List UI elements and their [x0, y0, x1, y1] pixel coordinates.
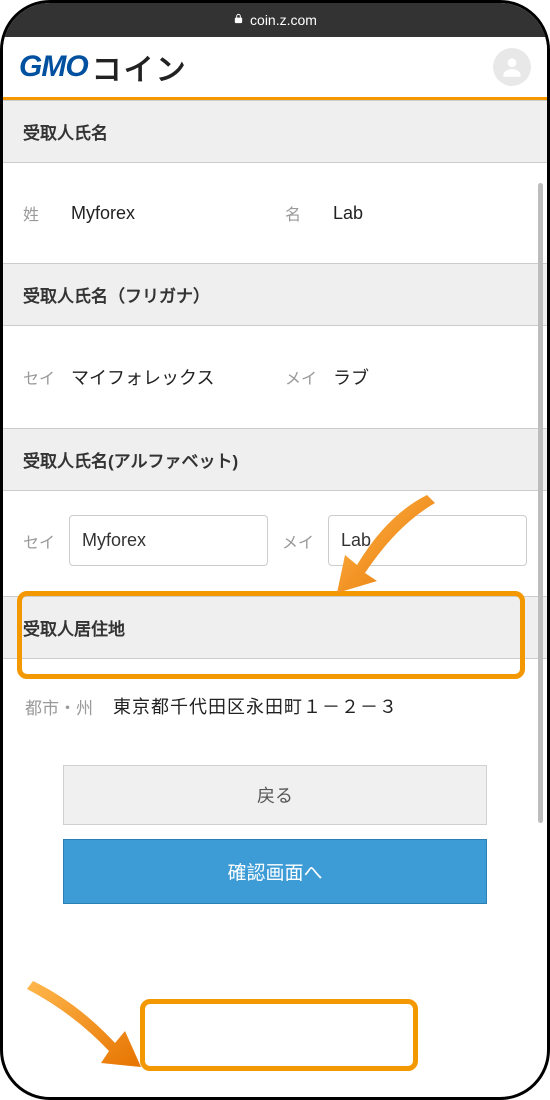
avatar[interactable] — [493, 48, 531, 86]
surname-label: 姓 — [23, 201, 59, 225]
url-text: coin.z.com — [250, 12, 317, 28]
address-label: 都市・州 — [25, 694, 93, 719]
back-button[interactable]: 戻る — [63, 765, 487, 825]
logo[interactable]: GMO コイン — [19, 45, 188, 89]
lock-icon — [233, 12, 244, 28]
alphabet-mei-input[interactable] — [328, 515, 527, 566]
section-header-furigana: 受取人氏名（フリガナ） — [3, 263, 547, 326]
address-value: 東京都千代田区永田町１－２－３ — [113, 693, 398, 719]
furigana-sei-label: セイ — [23, 365, 59, 389]
scrollbar[interactable] — [538, 183, 543, 823]
logo-coin: コイン — [92, 45, 188, 89]
section-body-name: 姓 Myforex 名 Lab — [3, 163, 547, 263]
alphabet-mei-label: メイ — [282, 529, 318, 553]
alphabet-sei-label: セイ — [23, 529, 59, 553]
section-body-alphabet: セイ メイ — [3, 491, 547, 596]
logo-gmo: GMO — [19, 50, 88, 84]
section-body-address: 都市・州 東京都千代田区永田町１－２－３ — [3, 659, 547, 765]
givenname-label: 名 — [285, 201, 321, 225]
givenname-value: Lab — [333, 203, 363, 224]
annotation-arrow-to-confirm — [23, 963, 153, 1073]
section-header-address: 受取人居住地 — [3, 596, 547, 659]
surname-value: Myforex — [71, 203, 135, 224]
person-icon — [499, 54, 525, 80]
confirm-button[interactable]: 確認画面へ — [63, 839, 487, 904]
furigana-mei-label: メイ — [285, 365, 321, 389]
section-header-name: 受取人氏名 — [3, 100, 547, 163]
furigana-sei-value: マイフォレックス — [71, 364, 214, 390]
browser-url-bar: coin.z.com — [3, 3, 547, 37]
section-header-alphabet: 受取人氏名(アルファベット) — [3, 428, 547, 491]
app-header: GMO コイン — [3, 37, 547, 100]
annotation-highlight-confirm — [140, 999, 418, 1071]
furigana-mei-value: ラブ — [333, 364, 369, 390]
section-body-furigana: セイ マイフォレックス メイ ラブ — [3, 326, 547, 428]
alphabet-sei-input[interactable] — [69, 515, 268, 566]
